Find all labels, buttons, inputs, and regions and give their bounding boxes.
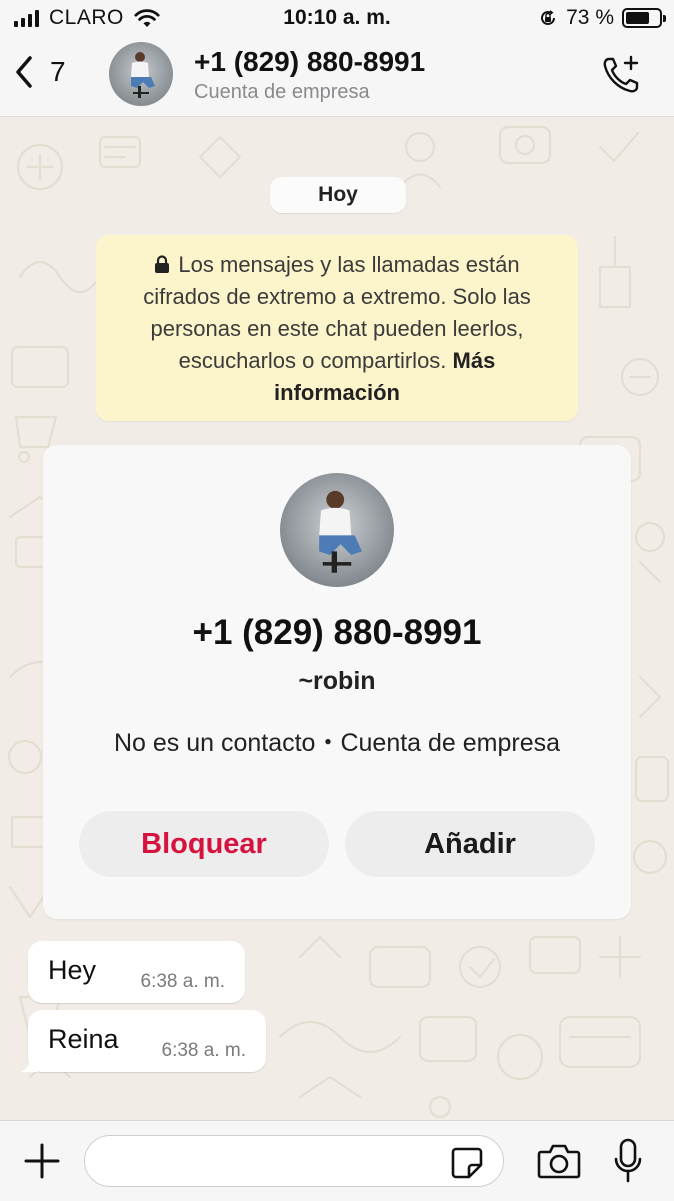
back-button[interactable]: 7 (12, 52, 66, 92)
message-bubble[interactable]: Reina 6:38 a. m. (20, 1010, 266, 1072)
contact-card-meta: No es un contacto・Cuenta de empresa (113, 729, 561, 757)
add-contact-button[interactable]: Añadir (345, 811, 595, 877)
chevron-left-icon (16, 56, 32, 88)
battery-fill (626, 12, 650, 24)
contact-card-avatar[interactable] (280, 473, 394, 587)
chat-header: 7 +1 (829) 880-8991 Cuenta de empresa (0, 38, 674, 117)
chat-subtitle: Cuenta de empresa (194, 81, 370, 103)
encryption-notice[interactable]: Los mensajes y las llamadas están cifrad… (96, 235, 578, 421)
lock-icon (155, 255, 170, 273)
sticker-icon[interactable] (450, 1146, 484, 1180)
battery-icon (622, 8, 666, 28)
contact-card-name: ~robin (298, 667, 376, 695)
message-text: Reina (48, 1024, 119, 1054)
message-input-bar (0, 1120, 674, 1201)
chat-title[interactable]: +1 (829) 880-8991 (194, 46, 425, 78)
chat-area[interactable]: Hoy Los mensajes y las llamadas están ci… (0, 117, 674, 1120)
battery-percent: 73 % (566, 6, 614, 29)
orientation-lock-icon (541, 10, 556, 25)
microphone-icon[interactable] (612, 1137, 644, 1185)
date-chip: Hoy (270, 177, 406, 213)
message-text: Hey (48, 955, 97, 985)
plus-icon[interactable] (22, 1141, 62, 1181)
phone-add-icon[interactable] (600, 54, 642, 96)
contact-card-phone: +1 (829) 880-8991 (192, 613, 482, 652)
block-button[interactable]: Bloquear (79, 811, 329, 877)
message-time: 6:38 a. m. (140, 971, 226, 992)
message-time: 6:38 a. m. (161, 1040, 247, 1061)
contact-avatar[interactable] (109, 42, 173, 106)
bubble-tail (20, 1056, 38, 1072)
unread-count: 7 (50, 56, 66, 87)
contact-info-card: +1 (829) 880-8991 ~robin No es un contac… (43, 445, 631, 919)
camera-icon[interactable] (537, 1142, 581, 1180)
message-input[interactable] (84, 1135, 504, 1187)
status-bar-right: 73 % (538, 6, 666, 30)
message-bubble[interactable]: Hey 6:38 a. m. (28, 941, 245, 1003)
status-bar: CLARO 10:10 a. m. 73 % (0, 0, 674, 38)
